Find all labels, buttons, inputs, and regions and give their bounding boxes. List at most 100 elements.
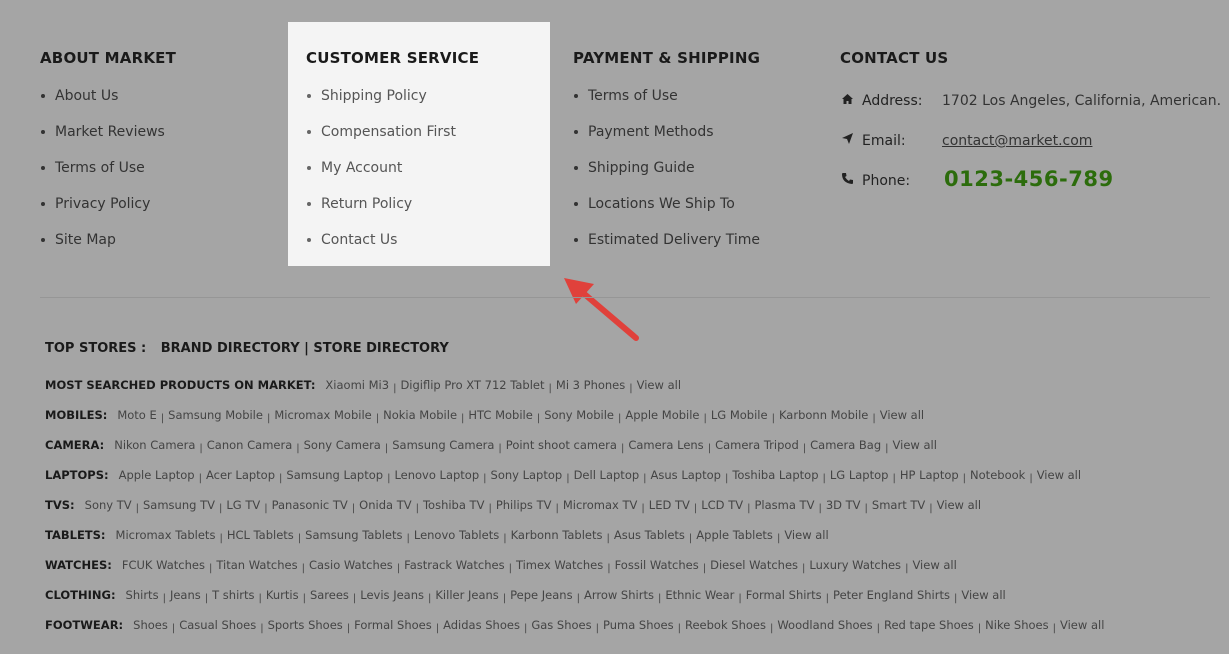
category-link[interactable]: Lenovo Tablets <box>414 528 499 542</box>
category-link[interactable]: Sony TV <box>85 498 132 512</box>
category-link[interactable]: Digiflip Pro XT 712 Tablet <box>400 378 544 392</box>
category-link[interactable]: Fastrack Watches <box>404 558 504 572</box>
footer-link[interactable]: About Us <box>40 87 165 123</box>
category-link[interactable]: Nikon Camera <box>114 438 195 452</box>
category-link[interactable]: Luxury Watches <box>809 558 901 572</box>
category-link[interactable]: HP Laptop <box>900 468 959 482</box>
category-link[interactable]: Dell Laptop <box>574 468 640 482</box>
category-link[interactable]: Titan Watches <box>216 558 297 572</box>
category-link[interactable]: Gas Shoes <box>531 618 591 632</box>
category-link[interactable]: View all <box>893 438 937 452</box>
category-link[interactable]: Arrow Shirts <box>584 588 654 602</box>
category-link[interactable]: View all <box>961 588 1005 602</box>
category-link[interactable]: Notebook <box>970 468 1025 482</box>
category-link[interactable]: View all <box>637 378 681 392</box>
footer-link[interactable]: Terms of Use <box>40 159 165 195</box>
category-link[interactable]: LG Mobile <box>711 408 768 422</box>
category-link[interactable]: Samsung TV <box>143 498 215 512</box>
phone-number[interactable]: 0123-456-789 <box>944 167 1114 191</box>
category-link[interactable]: Nike Shoes <box>985 618 1048 632</box>
category-link[interactable]: Casio Watches <box>309 558 393 572</box>
category-link[interactable]: Sarees <box>310 588 349 602</box>
category-link[interactable]: Lenovo Laptop <box>394 468 479 482</box>
category-link[interactable]: View all <box>912 558 956 572</box>
category-link[interactable]: 3D TV <box>826 498 861 512</box>
category-link[interactable]: Karbonn Tablets <box>511 528 603 542</box>
category-link[interactable]: Sports Shoes <box>268 618 343 632</box>
category-link[interactable]: Canon Camera <box>207 438 292 452</box>
category-link[interactable]: Apple Mobile <box>625 408 699 422</box>
category-link[interactable]: Samsung Laptop <box>286 468 383 482</box>
category-link[interactable]: Diesel Watches <box>710 558 798 572</box>
category-link[interactable]: Formal Shirts <box>746 588 822 602</box>
category-link[interactable]: Camera Bag <box>810 438 881 452</box>
category-link[interactable]: Micromax Tablets <box>116 528 216 542</box>
footer-link[interactable]: Shipping Guide <box>573 159 760 195</box>
directory-links[interactable]: BRAND DIRECTORY | STORE DIRECTORY <box>161 341 449 356</box>
footer-link[interactable]: Site Map <box>40 231 165 267</box>
category-link[interactable]: LED TV <box>649 498 690 512</box>
footer-link[interactable]: My Account <box>306 159 456 195</box>
category-link[interactable]: Shirts <box>126 588 159 602</box>
footer-link[interactable]: Locations We Ship To <box>573 195 760 231</box>
category-link[interactable]: Moto E <box>117 408 156 422</box>
category-link[interactable]: View all <box>1060 618 1104 632</box>
category-link[interactable]: Red tape Shoes <box>884 618 974 632</box>
category-link[interactable]: Mi 3 Phones <box>556 378 625 392</box>
category-link[interactable]: Woodland Shoes <box>777 618 872 632</box>
category-link[interactable]: Samsung Camera <box>392 438 494 452</box>
category-link[interactable]: View all <box>937 498 981 512</box>
category-link[interactable]: Micromax TV <box>563 498 638 512</box>
category-link[interactable]: Jeans <box>170 588 201 602</box>
category-link[interactable]: Ethnic Wear <box>665 588 734 602</box>
category-link[interactable]: View all <box>1037 468 1081 482</box>
footer-link[interactable]: Terms of Use <box>573 87 760 123</box>
category-link[interactable]: Samsung Tablets <box>305 528 402 542</box>
category-link[interactable]: Timex Watches <box>516 558 603 572</box>
footer-link[interactable]: Shipping Policy <box>306 87 456 123</box>
category-link[interactable]: Sony Camera <box>304 438 381 452</box>
footer-link[interactable]: Estimated Delivery Time <box>573 231 760 267</box>
category-link[interactable]: Samsung Mobile <box>168 408 263 422</box>
category-link[interactable]: Sony Laptop <box>491 468 563 482</box>
footer-link[interactable]: Contact Us <box>306 231 456 267</box>
category-link[interactable]: Apple Tablets <box>696 528 773 542</box>
footer-link[interactable]: Payment Methods <box>573 123 760 159</box>
category-link[interactable]: Peter England Shirts <box>833 588 950 602</box>
category-link[interactable]: Xiaomi Mi3 <box>325 378 389 392</box>
footer-link[interactable]: Privacy Policy <box>40 195 165 231</box>
category-link[interactable]: Toshiba Laptop <box>732 468 818 482</box>
category-link[interactable]: Onida TV <box>359 498 411 512</box>
footer-link[interactable]: Return Policy <box>306 195 456 231</box>
category-link[interactable]: LG Laptop <box>830 468 889 482</box>
category-link[interactable]: Camera Tripod <box>715 438 799 452</box>
category-link[interactable]: Levis Jeans <box>360 588 424 602</box>
category-link[interactable]: HCL Tablets <box>227 528 294 542</box>
category-link[interactable]: Nokia Mobile <box>383 408 457 422</box>
category-link[interactable]: LG TV <box>226 498 260 512</box>
category-link[interactable]: Karbonn Mobile <box>779 408 868 422</box>
email-link[interactable]: contact@market.com <box>942 129 1092 153</box>
category-link[interactable]: Camera Lens <box>628 438 703 452</box>
category-link[interactable]: HTC Mobile <box>468 408 532 422</box>
category-link[interactable]: Sony Mobile <box>544 408 614 422</box>
category-link[interactable]: Asus Laptop <box>651 468 721 482</box>
category-link[interactable]: Puma Shoes <box>603 618 674 632</box>
category-link[interactable]: View all <box>880 408 924 422</box>
category-link[interactable]: T shirts <box>212 588 254 602</box>
category-link[interactable]: Formal Shoes <box>354 618 432 632</box>
category-link[interactable]: Adidas Shoes <box>443 618 520 632</box>
category-link[interactable]: Pepe Jeans <box>510 588 572 602</box>
footer-link[interactable]: Market Reviews <box>40 123 165 159</box>
category-link[interactable]: Apple Laptop <box>119 468 195 482</box>
category-link[interactable]: Philips TV <box>496 498 552 512</box>
category-link[interactable]: Fossil Watches <box>615 558 699 572</box>
category-link[interactable]: Shoes <box>133 618 168 632</box>
category-link[interactable]: Micromax Mobile <box>274 408 371 422</box>
category-link[interactable]: Asus Tablets <box>614 528 685 542</box>
category-link[interactable]: Panasonic TV <box>272 498 348 512</box>
category-link[interactable]: View all <box>784 528 828 542</box>
category-link[interactable]: Smart TV <box>872 498 925 512</box>
category-link[interactable]: Reebok Shoes <box>685 618 766 632</box>
category-link[interactable]: Toshiba TV <box>423 498 484 512</box>
